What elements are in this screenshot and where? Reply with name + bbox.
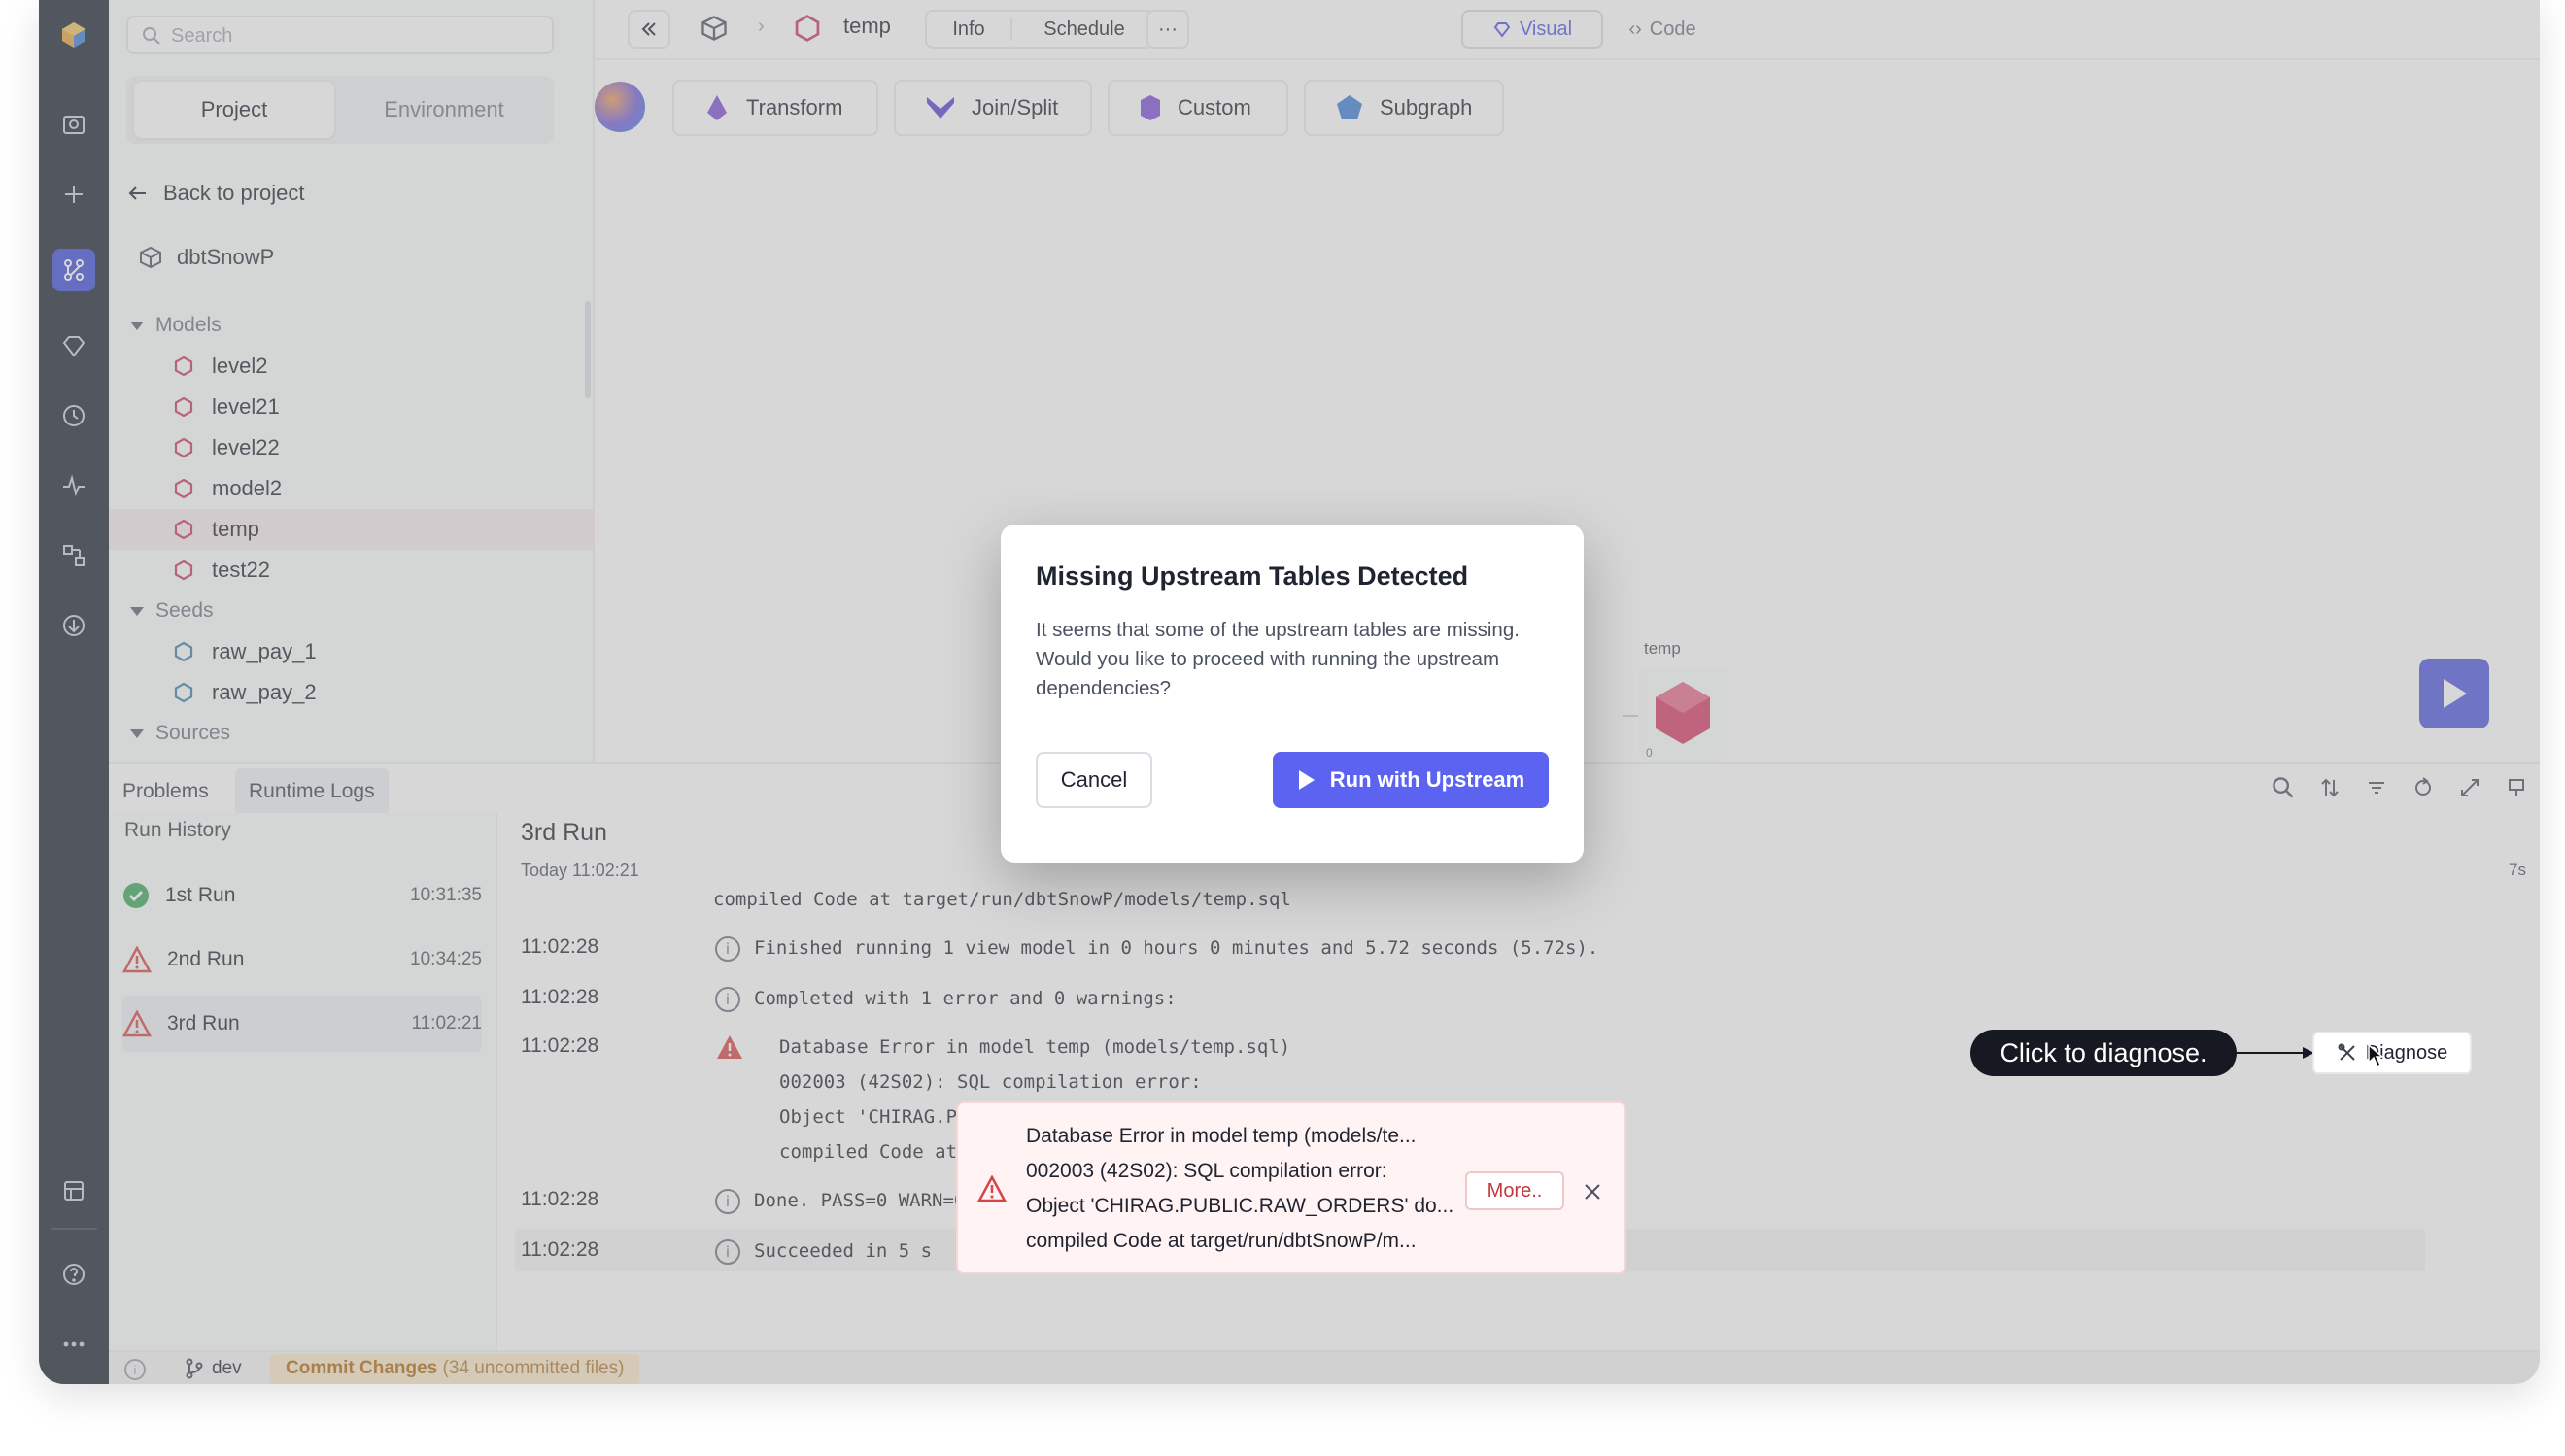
cancel-button[interactable]: Cancel — [1036, 752, 1152, 808]
more-button[interactable]: More.. — [1465, 1171, 1564, 1210]
tooltip-arrow — [2237, 1047, 2314, 1059]
close-icon[interactable] — [1582, 1181, 1603, 1202]
warning-triangle-icon — [977, 1175, 1007, 1202]
error-toast: Database Error in model temp (models/te.… — [956, 1101, 1626, 1274]
dialog-title: Missing Upstream Tables Detected — [1036, 561, 1469, 591]
tools-icon — [2338, 1043, 2355, 1061]
diagnose-button[interactable]: Diagnose — [2312, 1032, 2472, 1074]
run-with-upstream-label: Run with Upstream — [1329, 767, 1525, 792]
play-icon — [1298, 770, 1315, 790]
toast-line: 002003 (42S02): SQL compilation error: — [1026, 1160, 1387, 1182]
run-with-upstream-button[interactable]: Run with Upstream — [1273, 752, 1549, 808]
diagnose-tooltip: Click to diagnose. — [1970, 1030, 2237, 1076]
toast-line: Object 'CHIRAG.PUBLIC.RAW_ORDERS' do... — [1026, 1195, 1454, 1217]
mouse-cursor-icon — [2368, 1043, 2384, 1068]
toast-line: compiled Code at target/run/dbtSnowP/m..… — [1026, 1230, 1417, 1252]
missing-upstream-dialog: Missing Upstream Tables Detected It seem… — [1001, 525, 1584, 863]
toast-line: Database Error in model temp (models/te.… — [1026, 1125, 1417, 1147]
dialog-body: It seems that some of the upstream table… — [1036, 619, 1520, 699]
